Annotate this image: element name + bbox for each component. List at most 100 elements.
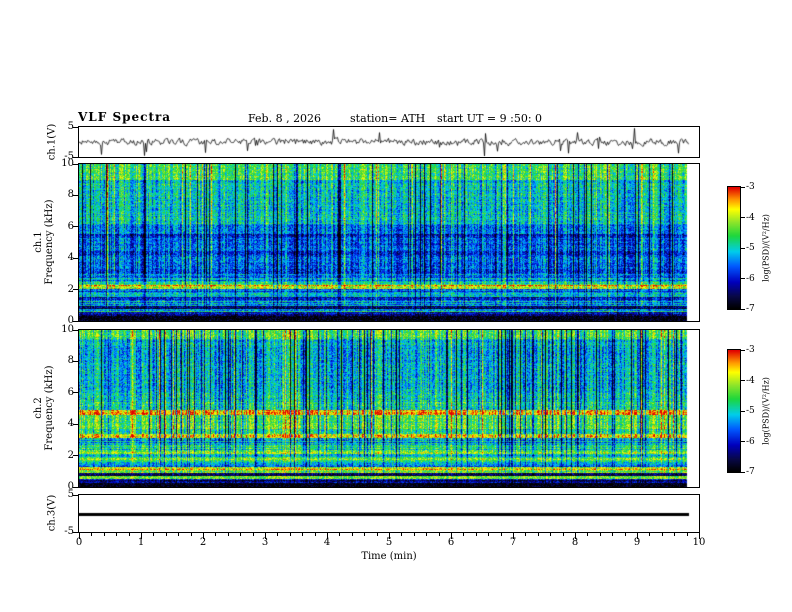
ch3-wave-y-tick-mark [73, 494, 78, 496]
ch2-colorbar-tick-mark [741, 349, 745, 351]
ch1-frequency-axis-label: ch.1 Frequency (kHz) [33, 199, 55, 284]
ch2-spec-y-tick-label: 6 [67, 386, 74, 398]
x-minor-tick-mark [413, 533, 415, 536]
ch1-colorbar-tick-label: -6 [746, 273, 755, 284]
ch1-wave-y-tick-mark [73, 126, 78, 128]
x-minor-tick-mark [661, 533, 663, 536]
x-minor-tick-mark [612, 533, 614, 536]
x-minor-tick-mark [463, 533, 465, 536]
ch2-colorbar-canvas [728, 350, 740, 472]
ch2-colorbar-tick-mark [741, 471, 745, 473]
x-minor-tick-mark [624, 533, 626, 536]
x-minor-tick-mark [128, 533, 130, 536]
ch2-spec-y-tick-label: 8 [67, 355, 74, 367]
x-minor-tick-mark [240, 533, 242, 536]
ch2-spec-y-tick-label: 10 [61, 324, 74, 335]
x-axis-label: Time (min) [361, 551, 417, 562]
x-minor-tick-mark [376, 533, 378, 536]
start-ut-label: start UT = 9 :50: 0 [437, 112, 543, 125]
ch2-colorbar-tick-label: -7 [746, 467, 755, 477]
ch3-voltage-axis-label: ch.3(V) [46, 494, 58, 532]
ch1-wave-y-tick-mark [73, 156, 78, 158]
x-minor-tick-mark [116, 533, 118, 536]
x-minor-tick-mark [153, 533, 155, 536]
x-minor-tick-mark [289, 533, 291, 536]
x-minor-tick-mark [351, 533, 353, 536]
ch2-spec-y-tick-mark [73, 329, 78, 331]
x-minor-tick-mark [314, 533, 316, 536]
ch2-colorbar-tick-label: -6 [746, 436, 755, 447]
x-minor-tick-mark [215, 533, 217, 536]
ch1-colorbar-tick-mark [741, 217, 745, 218]
x-minor-tick-mark [649, 533, 651, 536]
date-label: Feb. 8 , 2026 [248, 112, 322, 125]
ch3-waveform-panel [78, 494, 700, 533]
x-minor-tick-mark [438, 533, 440, 536]
ch2-spec-y-tick-label: 4 [67, 418, 74, 430]
ch2-spec-y-tick-mark [73, 392, 78, 394]
ch1-colorbar-tick-mark [741, 186, 745, 188]
ch1-frequency-label: Frequency (kHz) [44, 199, 55, 285]
x-tick-mark [513, 533, 514, 539]
ch1-wave-y-tick-label: 5 [67, 121, 74, 132]
ch1-waveform-panel [78, 126, 700, 158]
x-tick-mark [699, 533, 700, 539]
x-minor-tick-mark [165, 533, 167, 536]
x-tick-mark [141, 533, 142, 539]
x-minor-tick-mark [339, 533, 341, 536]
ch1-spectrogram-canvas [79, 164, 699, 321]
ch3-wave-y-tick-label: -5 [64, 526, 74, 537]
ch2-spec-y-tick-mark [73, 486, 78, 488]
ch1-channel-label: ch.1 [33, 231, 44, 253]
ch2-colorbar-tick-label: -5 [746, 406, 755, 416]
x-tick-mark [265, 533, 266, 539]
x-tick-mark [79, 533, 80, 539]
x-minor-tick-mark [537, 533, 539, 536]
ch2-spec-y-tick-mark [73, 455, 78, 457]
ch1-colorbar-canvas [728, 187, 740, 309]
station-label: station= ATH [350, 112, 426, 125]
ch2-colorbar-tick-mark [741, 410, 745, 412]
x-minor-tick-mark [227, 533, 229, 536]
x-tick-mark [451, 533, 452, 539]
ch1-colorbar-tick-mark [741, 308, 745, 310]
ch1-spec-y-tick-mark [73, 289, 78, 291]
ch2-colorbar-tick-mark [741, 380, 745, 381]
x-tick-mark [203, 533, 204, 539]
x-minor-tick-mark [500, 533, 502, 536]
ch2-colorbar [727, 349, 741, 473]
x-minor-tick-mark [587, 533, 589, 536]
ch1-spec-y-tick-mark [73, 163, 78, 165]
ch1-spec-y-tick-label: 6 [67, 220, 74, 232]
x-tick-mark [637, 533, 638, 539]
ch2-spectrogram-panel [78, 329, 700, 488]
ch1-colorbar-tick-label: -5 [746, 243, 755, 253]
x-minor-tick-mark [401, 533, 403, 536]
ch1-spectrogram-panel [78, 163, 700, 322]
ch2-colorbar-tick-label: -3 [746, 345, 755, 355]
x-minor-tick-mark [674, 533, 676, 536]
ch2-colorbar-tick-mark [741, 441, 745, 442]
ch2-spec-y-tick-mark [73, 360, 78, 362]
ch2-spectrogram-canvas [79, 330, 699, 487]
x-minor-tick-mark [178, 533, 180, 536]
ch1-waveform-canvas [79, 127, 699, 157]
vlf-spectra-figure: VLF Spectra Feb. 8 , 2026 station= ATH s… [0, 0, 792, 612]
ch2-frequency-label: Frequency (kHz) [44, 365, 55, 451]
ch2-spec-y-tick-label: 2 [67, 449, 74, 461]
ch3-waveform-canvas [79, 495, 699, 532]
ch1-colorbar [727, 186, 741, 310]
ch1-spec-y-tick-mark [73, 226, 78, 228]
x-tick-mark [575, 533, 576, 539]
figure-title: VLF Spectra [78, 110, 172, 124]
ch1-spec-y-tick-mark [73, 320, 78, 322]
ch1-colorbar-tick-mark [741, 247, 745, 249]
ch2-frequency-axis-label: ch.2 Frequency (kHz) [33, 365, 55, 450]
x-minor-tick-mark [103, 533, 105, 536]
x-minor-tick-mark [190, 533, 192, 536]
x-minor-tick-mark [302, 533, 304, 536]
ch1-colorbar-tick-label: -4 [746, 212, 755, 223]
x-minor-tick-mark [525, 533, 527, 536]
x-tick-mark [389, 533, 390, 539]
ch3-wave-y-tick-mark [73, 531, 78, 533]
